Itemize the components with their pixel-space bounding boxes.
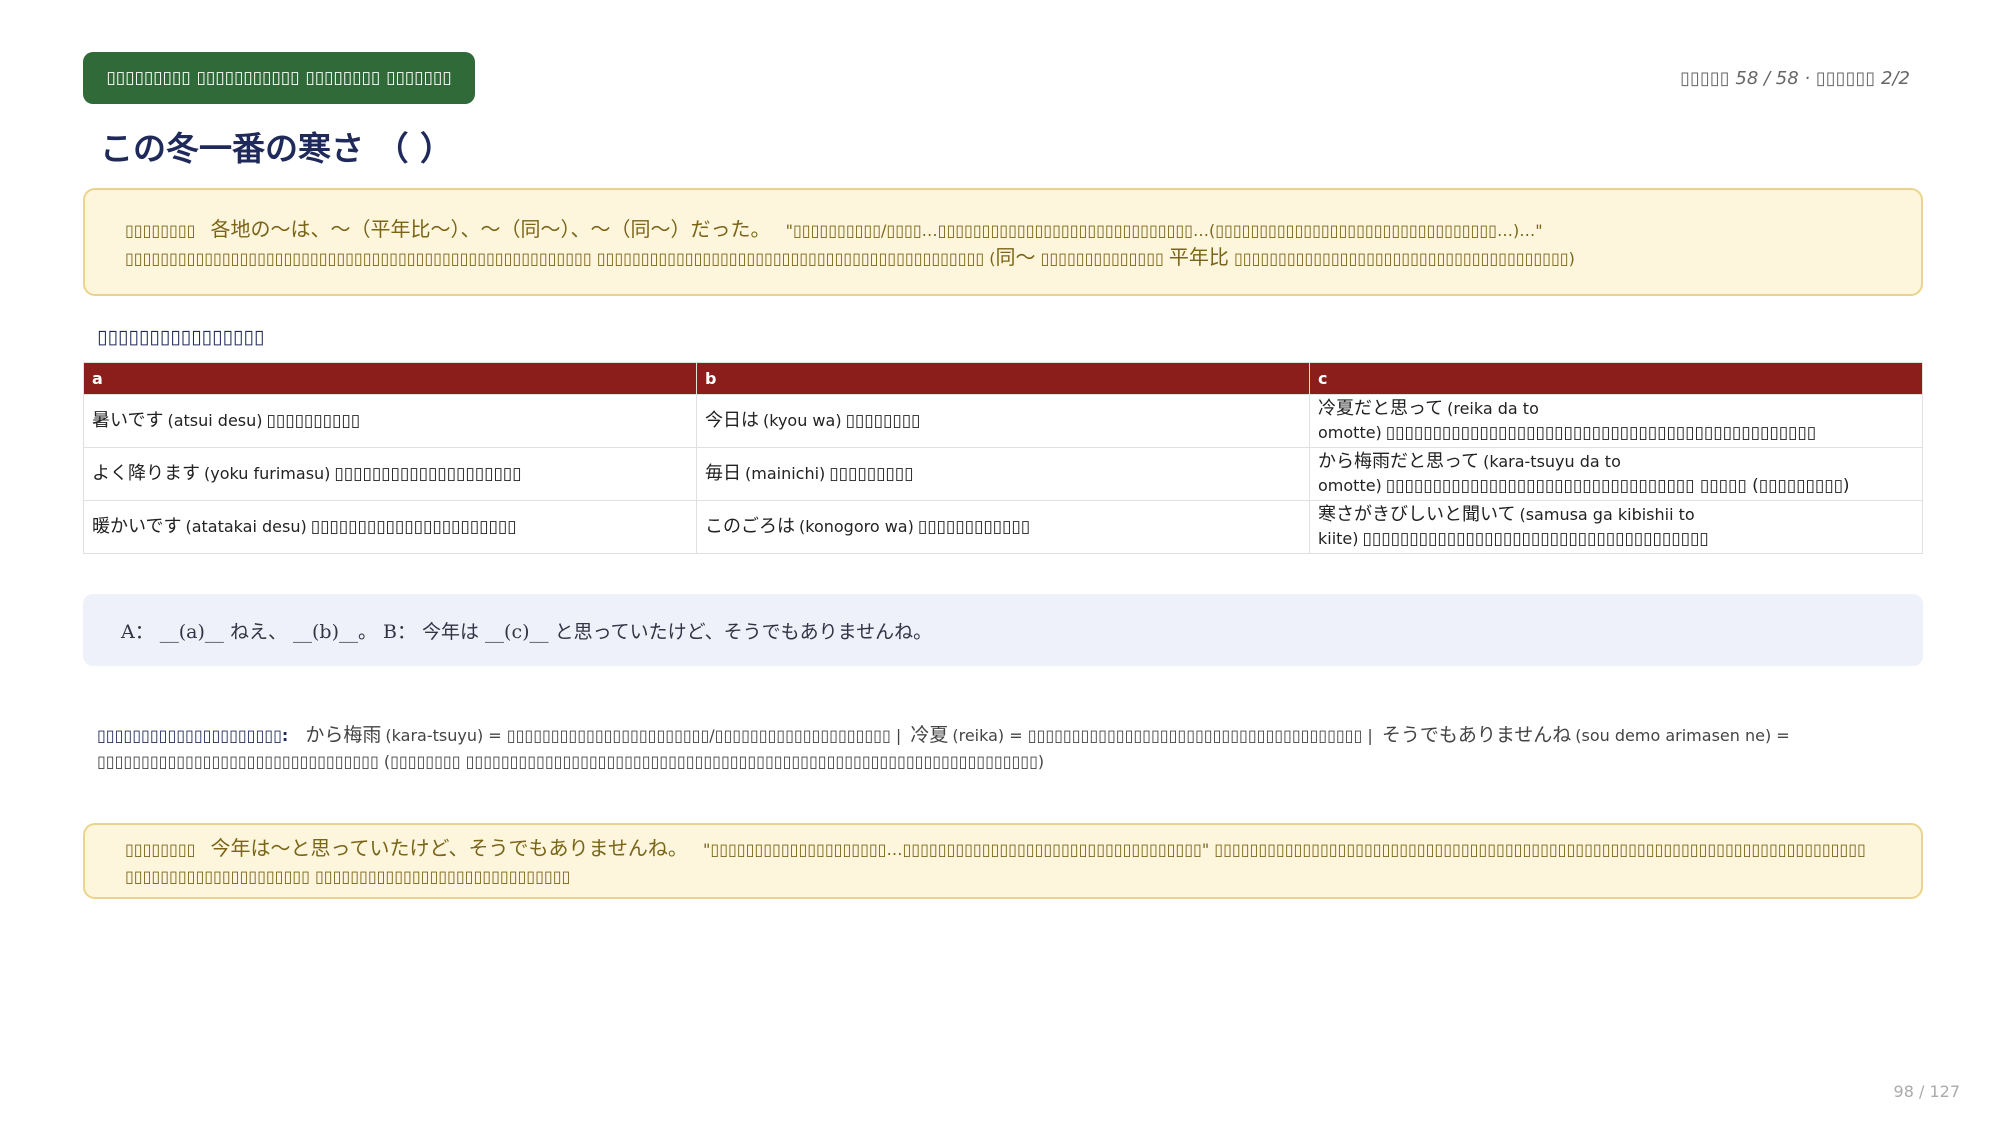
cell-japanese: 毎日 bbox=[705, 463, 741, 484]
page-meta: ▯▯▯▯▯ 58 / 58 · ▯▯▯▯▯▯ 2/2 bbox=[1680, 68, 1910, 89]
choices-table: a b c 暑いです (atsui desu) ▯▯▯▯▯▯▯▯▯▯ 今日は (kyo… bbox=[83, 362, 1923, 554]
pattern-note-text-2: ▯▯▯▯▯▯▯▯▯▯▯▯▯▯ bbox=[1035, 249, 1169, 268]
table-cell: 暖かいです (atatakai desu) ▯▯▯▯▯▯▯▯▯▯▯▯▯▯▯▯▯▯▯▯… bbox=[83, 500, 697, 554]
cell-gloss: ▯▯▯▯▯▯▯▯ bbox=[845, 411, 921, 431]
pattern-note-term-2: 平年比 bbox=[1168, 245, 1229, 269]
table-row: 暖かいです (atatakai desu) ▯▯▯▯▯▯▯▯▯▯▯▯▯▯▯▯▯▯▯▯… bbox=[83, 500, 1923, 554]
cell-romaji: (konogoro wa) bbox=[799, 517, 914, 536]
dialog-text: A： __(a)__ ねえ、 __(b)__。 B： 今年は __(c)__ と… bbox=[121, 620, 933, 643]
cell-japanese: 寒さがきびしいと聞いて bbox=[1318, 504, 1516, 525]
vocab-definition: (reika) = ▯▯▯▯▯▯▯▯▯▯▯▯▯▯▯▯▯▯▯▯▯▯▯▯▯▯▯▯▯▯… bbox=[952, 726, 1378, 745]
vocab-term: そうでもありませんね bbox=[1381, 724, 1572, 746]
table-cell: 暑いです (atsui desu) ▯▯▯▯▯▯▯▯▯▯ bbox=[83, 394, 697, 448]
column-header-b: b bbox=[696, 362, 1310, 395]
page-title: この冬一番の寒さ （ ） bbox=[100, 129, 453, 168]
table-cell: 今日は (kyou wa) ▯▯▯▯▯▯▯▯ bbox=[696, 394, 1310, 448]
cell-gloss: ▯▯▯▯▯▯▯▯▯▯▯▯ bbox=[917, 517, 1031, 537]
cell-gloss: ▯▯▯▯▯▯▯▯▯▯▯▯▯▯▯▯▯▯▯▯▯▯▯▯▯▯▯▯▯▯▯▯▯▯▯▯▯ bbox=[1362, 529, 1709, 549]
table-cell: このごろは (konogoro wa) ▯▯▯▯▯▯▯▯▯▯▯▯ bbox=[696, 500, 1310, 554]
cell-japanese: 暑いです bbox=[92, 410, 164, 431]
cell-japanese: 冷夏だと思って bbox=[1318, 398, 1444, 419]
table-cell: 毎日 (mainichi) ▯▯▯▯▯▯▯▯▯ bbox=[696, 447, 1310, 501]
cell-gloss: ▯▯▯▯▯▯▯▯▯▯▯▯▯▯▯▯▯▯▯▯▯▯▯▯▯▯▯▯▯▯▯▯▯▯▯▯▯▯▯▯… bbox=[1385, 423, 1817, 443]
cell-japanese: よく降ります bbox=[92, 463, 200, 484]
cell-gloss: ▯▯▯▯▯▯▯▯▯▯▯▯▯▯▯▯▯▯▯▯▯▯ bbox=[310, 517, 517, 537]
cell-gloss: ▯▯▯▯▯▯▯▯▯▯▯▯▯▯▯▯▯▯▯▯▯▯▯▯▯▯▯▯▯▯▯▯▯ ▯▯▯▯▯ … bbox=[1385, 476, 1850, 496]
cell-gloss: ▯▯▯▯▯▯▯▯▯▯▯▯▯▯▯▯▯▯▯▯ bbox=[334, 464, 522, 484]
vocabulary-notes: ▯▯▯▯▯▯▯▯▯▯▯▯▯▯▯▯▯▯▯▯▯: から梅雨 (kara-tsuyu) … bbox=[97, 722, 1917, 775]
vocab-term: から梅雨 bbox=[305, 724, 382, 746]
cell-gloss: ▯▯▯▯▯▯▯▯▯ bbox=[829, 464, 914, 484]
pattern-note-pattern: 各地の～は、～（平年比～）、～（同～）、～（同～）だった。 bbox=[210, 217, 771, 241]
cell-romaji: (atatakai desu) bbox=[185, 517, 307, 536]
slide-counter: 98 / 127 bbox=[1893, 1082, 1960, 1101]
table-cell: 寒さがきびしいと聞いて (samusa ga kibishii to kiite)… bbox=[1309, 500, 1923, 554]
vocab-definition: (kara-tsuyu) = ▯▯▯▯▯▯▯▯▯▯▯▯▯▯▯▯▯▯▯▯▯▯▯/▯… bbox=[385, 726, 907, 745]
column-header-a: a bbox=[83, 362, 697, 395]
table-header-row: a b c bbox=[83, 362, 1923, 395]
expression-note-pattern: 今年は～と思っていたけど、そうでもありませんね。 bbox=[210, 836, 688, 860]
table-row: よく降ります (yoku furimasu) ▯▯▯▯▯▯▯▯▯▯▯▯▯▯▯▯▯▯▯… bbox=[83, 447, 1923, 501]
table-cell: 冷夏だと思って (reika da to omotte) ▯▯▯▯▯▯▯▯▯▯▯▯▯… bbox=[1309, 394, 1923, 448]
topic-badge: ▯▯▯▯▯▯▯▯▯ ▯▯▯▯▯▯▯▯▯▯▯ ▯▯▯▯▯▯▯▯ ▯▯▯▯▯▯▯ bbox=[83, 52, 475, 104]
pattern-note-text-3: ▯▯▯▯▯▯▯▯▯▯▯▯▯▯▯▯▯▯▯▯▯▯▯▯▯▯▯▯▯▯▯▯▯▯▯▯▯▯) bbox=[1228, 249, 1575, 268]
cell-japanese: から梅雨だと思って bbox=[1318, 451, 1480, 472]
column-header-c: c bbox=[1309, 362, 1923, 395]
dialog-box: A： __(a)__ ねえ、 __(b)__。 B： 今年は __(c)__ と… bbox=[83, 594, 1923, 666]
cell-japanese: 今日は bbox=[705, 410, 759, 431]
pattern-note: ▯▯▯▯▯▯▯▯ 各地の～は、～（平年比～）、～（同～）、～（同～）だった。 "… bbox=[83, 188, 1923, 296]
topic-badge-label: ▯▯▯▯▯▯▯▯▯ ▯▯▯▯▯▯▯▯▯▯▯ ▯▯▯▯▯▯▯▯ ▯▯▯▯▯▯▯ bbox=[106, 68, 452, 88]
pattern-note-label: ▯▯▯▯▯▯▯▯ bbox=[125, 221, 196, 240]
cell-japanese: このごろは bbox=[705, 516, 795, 537]
table-cell: よく降ります (yoku furimasu) ▯▯▯▯▯▯▯▯▯▯▯▯▯▯▯▯▯▯▯… bbox=[83, 447, 697, 501]
table-row: 暑いです (atsui desu) ▯▯▯▯▯▯▯▯▯▯ 今日は (kyou wa) ▯… bbox=[83, 394, 1923, 448]
cell-romaji: (atsui desu) bbox=[167, 411, 263, 430]
cell-gloss: ▯▯▯▯▯▯▯▯▯▯ bbox=[266, 411, 361, 431]
cell-japanese: 暖かいです bbox=[92, 516, 182, 537]
vocabulary-label: ▯▯▯▯▯▯▯▯▯▯▯▯▯▯▯▯▯▯▯▯▯: bbox=[97, 726, 289, 745]
choices-heading: ▯▯▯▯▯▯▯▯▯▯▯▯▯▯▯▯ bbox=[97, 326, 265, 348]
expression-note-label: ▯▯▯▯▯▯▯▯ bbox=[125, 840, 196, 859]
cell-romaji: (mainichi) bbox=[745, 464, 826, 483]
pattern-note-term-1: 同～ bbox=[995, 245, 1036, 269]
expression-note: ▯▯▯▯▯▯▯▯ 今年は～と思っていたけど、そうでもありませんね。 "▯▯▯▯▯… bbox=[83, 823, 1923, 899]
cell-romaji: (kyou wa) bbox=[763, 411, 842, 430]
cell-romaji: (yoku furimasu) bbox=[204, 464, 331, 483]
table-cell: から梅雨だと思って (kara-tsuyu da to omotte) ▯▯▯▯▯▯… bbox=[1309, 447, 1923, 501]
vocab-term: 冷夏 bbox=[910, 724, 949, 746]
